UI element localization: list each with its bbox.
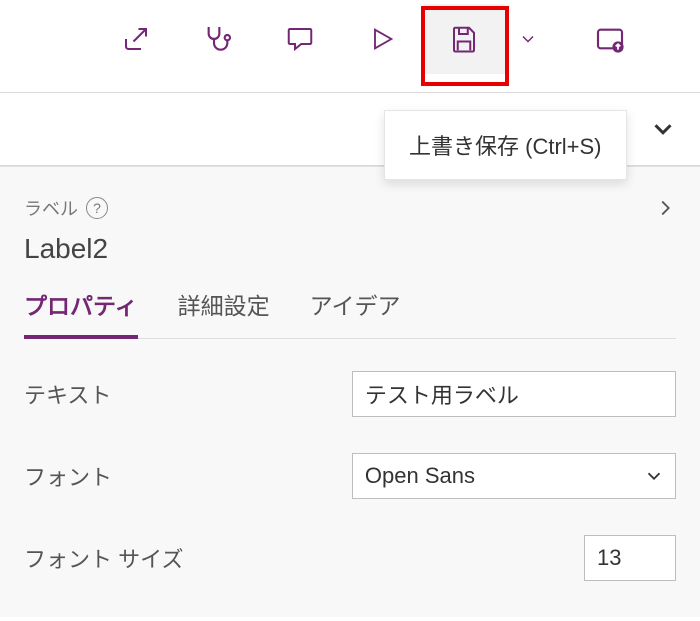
chevron-down-icon bbox=[643, 465, 665, 487]
comment-icon bbox=[284, 24, 316, 54]
prop-row-font: フォント Open Sans bbox=[24, 453, 676, 499]
panel-expand-button[interactable] bbox=[654, 193, 676, 223]
expand-formula-button[interactable] bbox=[644, 110, 682, 148]
prop-row-text: テキスト bbox=[24, 371, 676, 417]
chevron-right-icon bbox=[654, 193, 676, 223]
chevron-down-icon bbox=[648, 114, 678, 144]
toolbar bbox=[0, 0, 700, 78]
comments-button[interactable] bbox=[259, 4, 341, 74]
text-input[interactable] bbox=[352, 371, 676, 417]
font-select-value: Open Sans bbox=[365, 463, 475, 489]
tab-advanced[interactable]: 詳細設定 bbox=[178, 287, 270, 339]
control-name[interactable]: Label2 bbox=[24, 233, 676, 265]
save-more-button[interactable] bbox=[505, 4, 551, 74]
panel-tabs: プロパティ 詳細設定 アイデア bbox=[24, 287, 676, 339]
tab-properties[interactable]: プロパティ bbox=[24, 287, 138, 339]
save-button[interactable] bbox=[423, 4, 505, 74]
upload-icon bbox=[594, 23, 626, 55]
tab-ideas[interactable]: アイデア bbox=[310, 287, 401, 339]
help-icon[interactable]: ? bbox=[86, 197, 108, 219]
prop-label-fontsize: フォント サイズ bbox=[24, 542, 354, 574]
font-select[interactable]: Open Sans bbox=[352, 453, 676, 499]
play-icon bbox=[368, 24, 396, 54]
prop-label-font: フォント bbox=[24, 460, 352, 492]
play-button[interactable] bbox=[341, 4, 423, 74]
share-icon bbox=[121, 24, 151, 54]
control-type-label: ラベル bbox=[24, 195, 78, 221]
save-icon bbox=[449, 24, 479, 54]
diagnostics-button[interactable] bbox=[177, 4, 259, 74]
stethoscope-icon bbox=[202, 23, 234, 55]
chevron-down-icon bbox=[518, 29, 538, 49]
prop-label-text: テキスト bbox=[24, 378, 352, 410]
properties-panel: ラベル ? Label2 プロパティ 詳細設定 アイデア テキスト フォント O… bbox=[0, 166, 700, 617]
panel-header: ラベル ? bbox=[24, 193, 676, 223]
property-rows: テキスト フォント Open Sans フォント サイズ bbox=[24, 371, 676, 581]
save-tooltip: 上書き保存 (Ctrl+S) bbox=[384, 110, 627, 180]
publish-button[interactable] bbox=[569, 4, 651, 74]
share-button[interactable] bbox=[95, 4, 177, 74]
prop-row-fontsize: フォント サイズ bbox=[24, 535, 676, 581]
fontsize-input[interactable] bbox=[584, 535, 676, 581]
